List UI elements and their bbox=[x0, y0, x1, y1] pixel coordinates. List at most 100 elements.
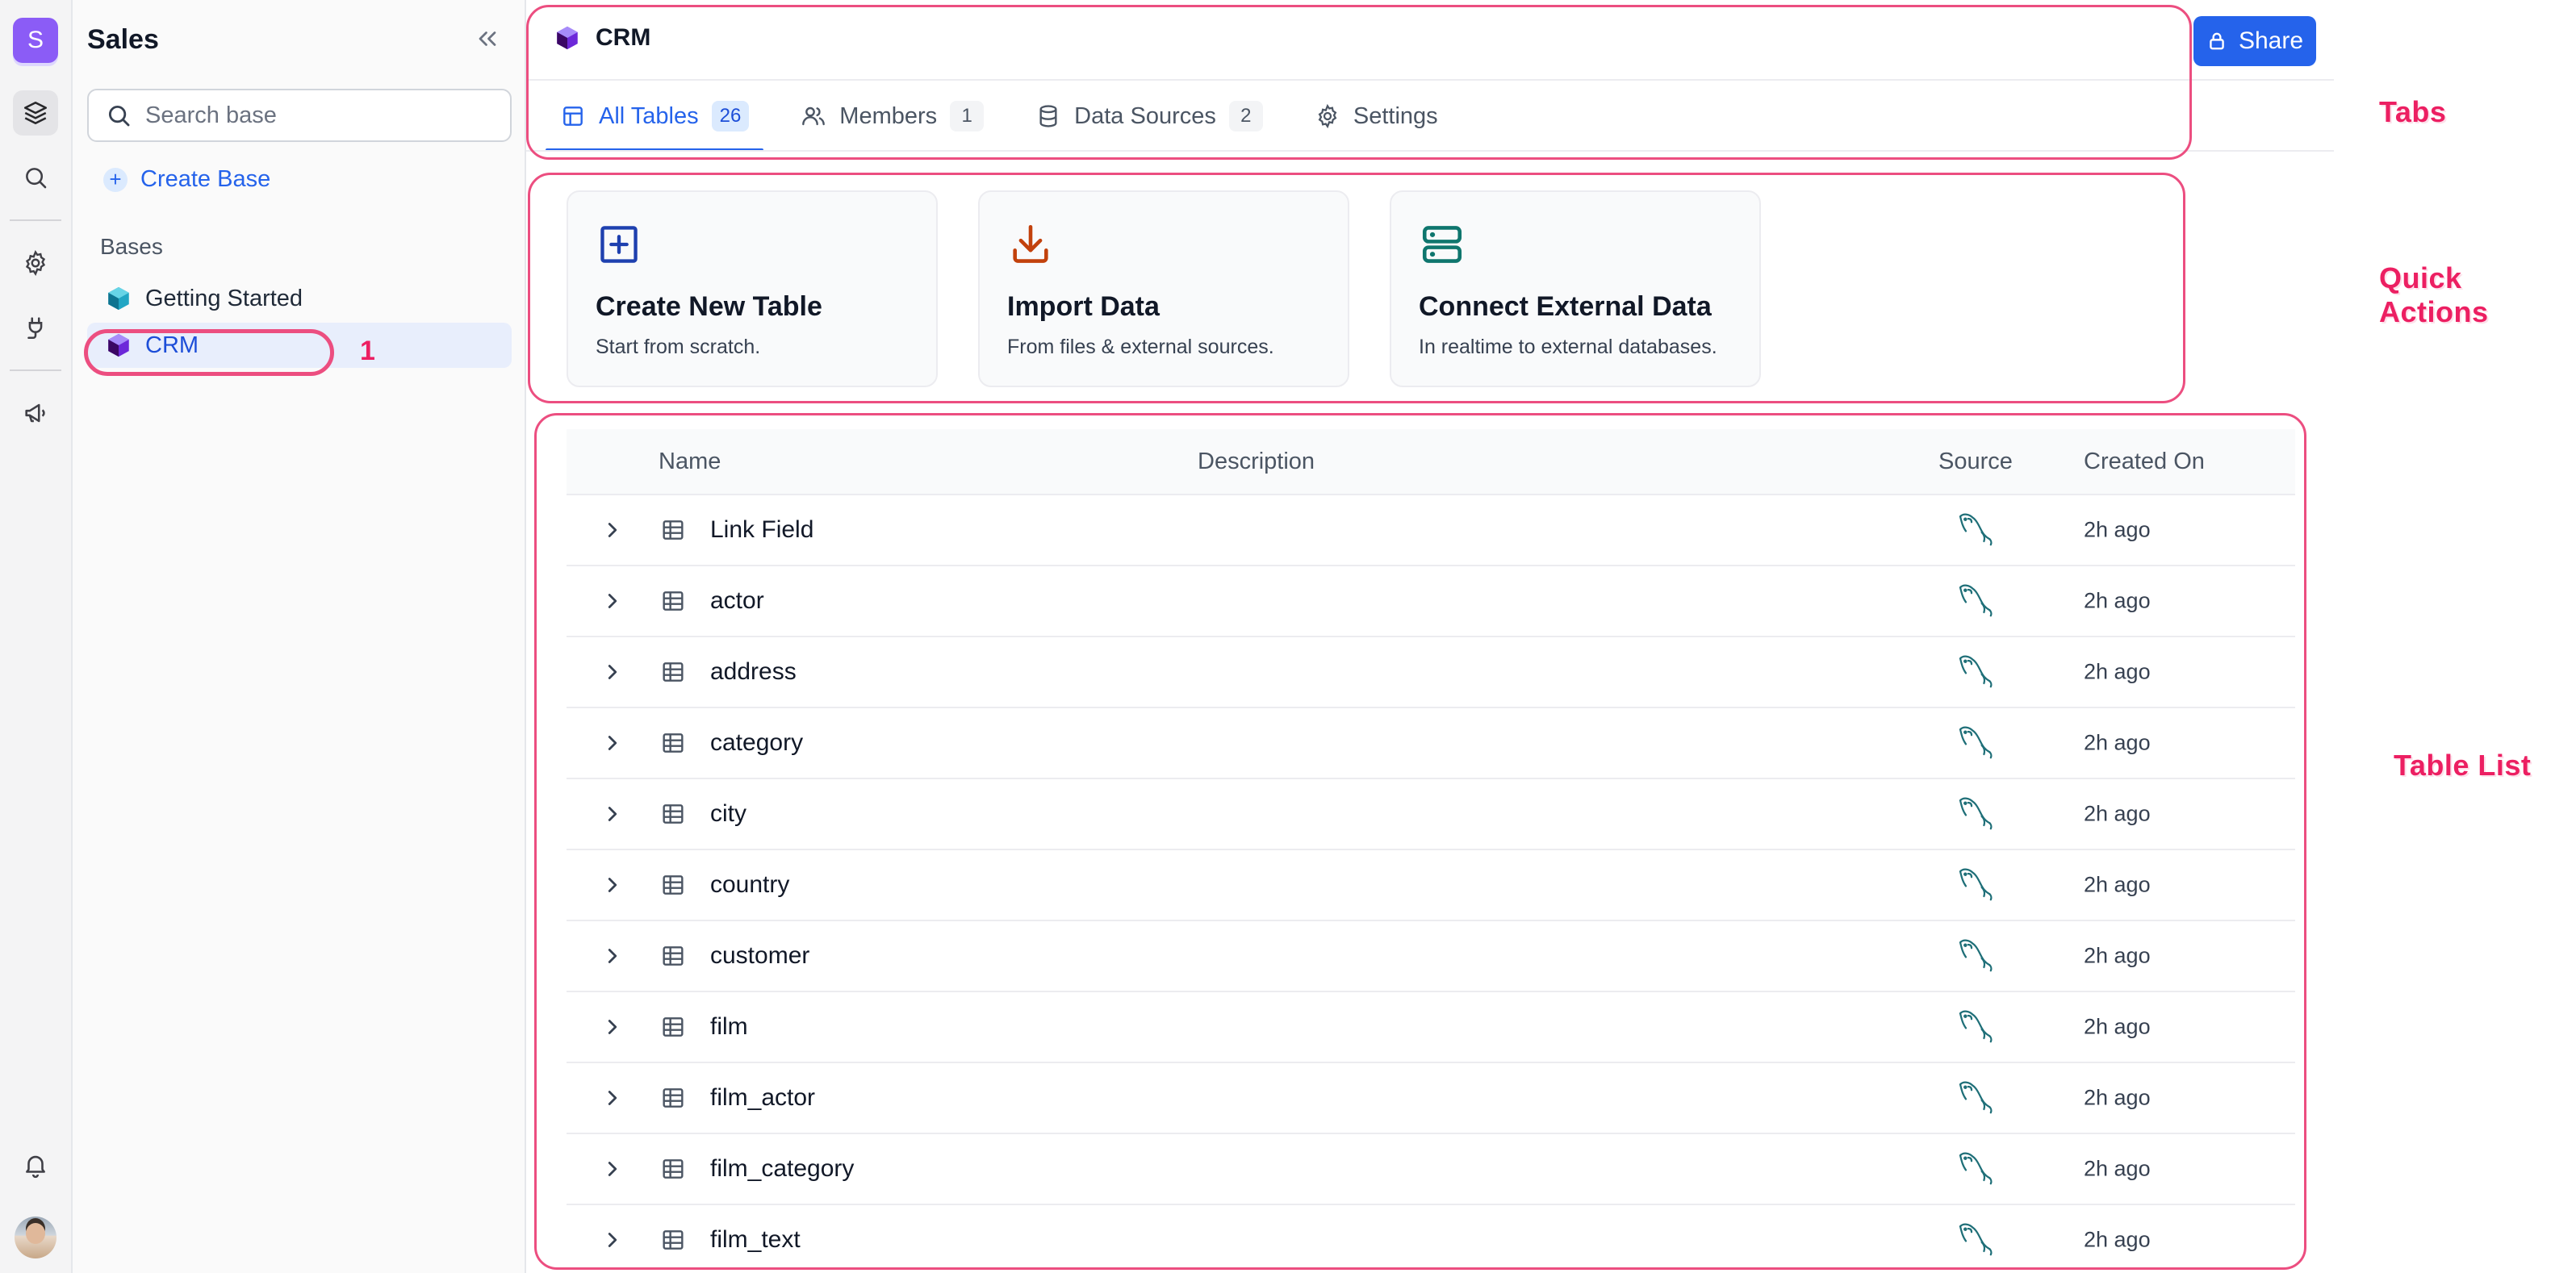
table-row[interactable]: category 2h ago bbox=[567, 708, 2295, 779]
rail-divider bbox=[10, 369, 61, 371]
create-new-table-card[interactable]: Create New Table Start from scratch. bbox=[567, 190, 938, 387]
table-name[interactable]: city bbox=[710, 800, 746, 828]
column-header-description[interactable]: Description bbox=[1198, 449, 1315, 475]
created-on: 2h ago bbox=[2084, 730, 2151, 755]
plus-square-icon bbox=[600, 226, 638, 263]
table-name[interactable]: film_category bbox=[710, 1155, 854, 1183]
expand-chevron-icon[interactable] bbox=[600, 873, 625, 897]
workspace-initial: S bbox=[27, 27, 44, 53]
notifications-icon[interactable] bbox=[13, 1142, 58, 1187]
search-base-input[interactable] bbox=[145, 102, 484, 129]
table-row[interactable]: film_actor 2h ago bbox=[567, 1063, 2295, 1134]
top-bar: CRM Share bbox=[526, 0, 2334, 81]
table-row[interactable]: country 2h ago bbox=[567, 850, 2295, 921]
table-name[interactable]: film_text bbox=[710, 1226, 801, 1254]
expand-chevron-icon[interactable] bbox=[600, 660, 625, 684]
created-on: 2h ago bbox=[2084, 801, 2151, 826]
gear-icon bbox=[1318, 103, 1337, 129]
tab-all-tables[interactable]: All Tables 26 bbox=[546, 81, 764, 152]
create-base-label: Create Base bbox=[140, 166, 271, 192]
table-row[interactable]: film_text 2h ago bbox=[567, 1205, 2295, 1273]
crm-annotation-number: 1 bbox=[360, 336, 375, 366]
tab-label: Members bbox=[839, 102, 938, 129]
table-row[interactable]: film_category 2h ago bbox=[567, 1134, 2295, 1205]
search-base-field[interactable] bbox=[87, 89, 512, 142]
base-item-crm[interactable]: CRM bbox=[87, 323, 512, 368]
mysql-source-icon bbox=[1955, 1146, 2000, 1192]
table-name[interactable]: category bbox=[710, 729, 803, 757]
column-header-created-on[interactable]: Created On bbox=[2084, 449, 2205, 475]
table-row[interactable]: actor 2h ago bbox=[567, 566, 2295, 637]
expand-chevron-icon[interactable] bbox=[600, 802, 625, 826]
collapse-sidebar-icon[interactable] bbox=[473, 24, 502, 53]
table-row[interactable]: film 2h ago bbox=[567, 992, 2295, 1063]
tab-label: All Tables bbox=[599, 102, 699, 129]
bases-icon[interactable] bbox=[13, 90, 58, 136]
table-grid-icon bbox=[660, 943, 686, 969]
table-grid-icon bbox=[660, 1085, 686, 1111]
tab-data-sources[interactable]: Data Sources 2 bbox=[1021, 81, 1278, 152]
icon-rail: S bbox=[0, 0, 73, 1273]
mysql-source-icon bbox=[1955, 1217, 2000, 1263]
expand-chevron-icon[interactable] bbox=[600, 1086, 625, 1110]
expand-chevron-icon[interactable] bbox=[600, 589, 625, 613]
workspace-title: Sales bbox=[87, 24, 159, 55]
base-item-label: Getting Started bbox=[145, 285, 303, 311]
table-grid-icon bbox=[660, 659, 686, 685]
table-row[interactable]: address 2h ago bbox=[567, 637, 2295, 708]
import-data-card[interactable]: Import Data From files & external source… bbox=[978, 190, 1349, 387]
created-on: 2h ago bbox=[2084, 517, 2151, 542]
expand-chevron-icon[interactable] bbox=[600, 1157, 625, 1181]
quick-action-subtitle: From files & external sources. bbox=[1007, 336, 1274, 358]
column-header-name[interactable]: Name bbox=[659, 449, 721, 475]
expand-chevron-icon[interactable] bbox=[600, 1015, 625, 1039]
table-name[interactable]: address bbox=[710, 658, 797, 686]
quick-actions-annotation-label: Quick Actions bbox=[2379, 261, 2489, 328]
table-grid-icon bbox=[660, 872, 686, 898]
expand-chevron-icon[interactable] bbox=[600, 731, 625, 755]
main-content: CRM Share All Tables 26 Members 1 Data S… bbox=[526, 0, 2334, 1273]
base-tabs: All Tables 26 Members 1 Data Sources 2 S… bbox=[546, 81, 1475, 152]
announcements-icon[interactable] bbox=[13, 390, 58, 436]
table-name[interactable]: film bbox=[710, 1013, 748, 1041]
table-row[interactable]: customer 2h ago bbox=[567, 921, 2295, 992]
table-name[interactable]: country bbox=[710, 871, 789, 899]
expand-chevron-icon[interactable] bbox=[600, 518, 625, 542]
tab-members[interactable]: Members 1 bbox=[786, 81, 998, 152]
quick-action-title: Import Data bbox=[1007, 291, 1160, 322]
table-grid-icon bbox=[660, 801, 686, 827]
mysql-source-icon bbox=[1955, 578, 2000, 624]
search-icon[interactable] bbox=[13, 155, 58, 200]
create-base-button[interactable]: + Create Base bbox=[103, 166, 270, 193]
table-name[interactable]: actor bbox=[710, 587, 764, 615]
table-row[interactable]: city 2h ago bbox=[567, 779, 2295, 850]
created-on: 2h ago bbox=[2084, 1156, 2151, 1181]
share-button[interactable]: Share bbox=[2193, 16, 2316, 66]
table-name[interactable]: customer bbox=[710, 942, 809, 970]
table-row[interactable]: Link Field 2h ago bbox=[567, 495, 2295, 566]
quick-action-subtitle: Start from scratch. bbox=[596, 336, 761, 358]
created-on: 2h ago bbox=[2084, 872, 2151, 897]
expand-chevron-icon[interactable] bbox=[600, 944, 625, 968]
tab-count-badge: 26 bbox=[711, 101, 750, 131]
table-list-annotation-label: Table List bbox=[2394, 749, 2532, 782]
column-header-source[interactable]: Source bbox=[1938, 449, 2013, 475]
table-grid-icon bbox=[660, 517, 686, 543]
expand-chevron-icon[interactable] bbox=[600, 1228, 625, 1252]
table-grid-icon bbox=[660, 588, 686, 614]
tab-count-badge: 1 bbox=[950, 101, 985, 131]
connect-external-data-card[interactable]: Connect External Data In realtime to ext… bbox=[1390, 190, 1761, 387]
settings-icon[interactable] bbox=[13, 240, 58, 286]
integrations-icon[interactable] bbox=[13, 305, 58, 350]
table-name[interactable]: film_actor bbox=[710, 1084, 815, 1112]
table-layout-icon bbox=[563, 106, 583, 126]
user-avatar[interactable] bbox=[15, 1217, 56, 1258]
tab-settings[interactable]: Settings bbox=[1300, 81, 1453, 152]
base-cube-icon bbox=[108, 333, 129, 357]
bases-section-label: Bases bbox=[100, 234, 163, 259]
tab-count-badge: 2 bbox=[1228, 101, 1263, 131]
base-item-getting-started[interactable]: Getting Started bbox=[87, 276, 512, 321]
mysql-source-icon bbox=[1955, 720, 2000, 766]
workspace-avatar[interactable]: S bbox=[13, 18, 58, 63]
table-name[interactable]: Link Field bbox=[710, 516, 813, 544]
